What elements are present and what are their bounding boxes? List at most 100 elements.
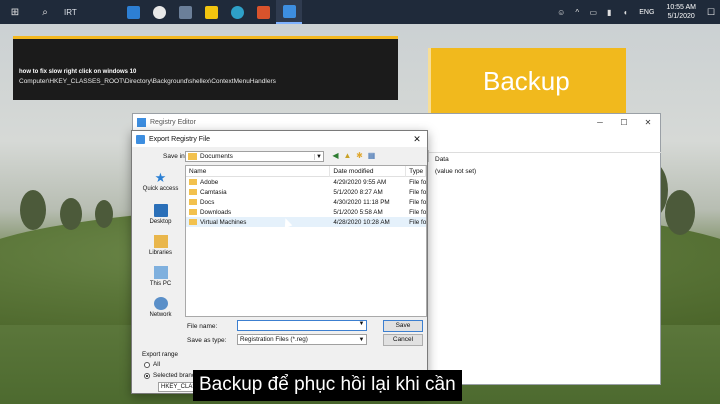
app-icon-sticky[interactable]: [198, 0, 224, 24]
place-label: Network: [149, 312, 172, 318]
battery-icon[interactable]: ▮: [601, 8, 617, 17]
place-this-pc[interactable]: This PC: [136, 266, 185, 287]
network-icon: [153, 297, 168, 310]
range-selected-branch-radio[interactable]: Selected branch: [144, 372, 199, 379]
file-list[interactable]: Name Date modified Type Adobe 4/29/2020 …: [185, 165, 427, 317]
network-icon[interactable]: ▭: [585, 8, 601, 17]
app-icon-media[interactable]: [172, 0, 198, 24]
search-icon[interactable]: ⌕: [30, 0, 60, 24]
app-icon-edge[interactable]: [224, 0, 250, 24]
folder-icon: [189, 218, 197, 225]
start-button[interactable]: ⊞: [0, 0, 30, 24]
clock-date: 5/1/2020: [667, 13, 695, 20]
file-row[interactable]: Downloads 5/1/2020 5:58 AM File fo: [186, 207, 426, 217]
file-date: 5/1/2020 8:27 AM: [333, 188, 383, 196]
cancel-button[interactable]: Cancel: [383, 334, 423, 346]
chevron-up-icon[interactable]: ^: [569, 8, 585, 17]
radio-label: Selected branch: [153, 372, 199, 379]
view-menu-icon[interactable]: ▦: [367, 151, 376, 161]
export-registry-dialog: Export Registry File ✕ Save in: Document…: [131, 130, 428, 394]
place-label: Quick access: [142, 186, 179, 192]
place-desktop[interactable]: Desktop: [136, 204, 185, 225]
save-in-dropdown[interactable]: Documents ▼: [185, 151, 324, 162]
file-list-header: Name Date modified Type: [186, 166, 426, 177]
folder-icon: [189, 188, 197, 195]
desktop-icon: [153, 204, 168, 217]
notification-icon[interactable]: ☐: [702, 7, 720, 18]
registry-editor-titlebar: Registry Editor ─ ☐ ✕: [133, 114, 660, 130]
place-label: Libraries: [148, 250, 172, 256]
save-button[interactable]: Save: [383, 320, 423, 332]
place-quick-access[interactable]: ★ Quick access: [136, 171, 185, 192]
save-as-type-dropdown[interactable]: Registration Files (*.reg) ▼: [237, 334, 367, 345]
new-folder-icon[interactable]: ✱: [355, 151, 364, 161]
window-title: Registry Editor: [150, 118, 196, 126]
file-name-input[interactable]: ▼: [237, 320, 367, 331]
tree: [95, 200, 113, 228]
computer-icon: [153, 266, 168, 279]
file-name: Camtasia: [200, 188, 227, 196]
back-icon[interactable]: ◀: [331, 151, 340, 161]
regedit-icon: [136, 134, 145, 144]
app-icon-camtasia[interactable]: [250, 0, 276, 24]
radio-circle: [144, 372, 150, 379]
file-row[interactable]: Adobe 4/29/2020 9:55 AM File fo: [186, 177, 426, 187]
app-icon-regedit[interactable]: [276, 0, 302, 24]
column-name[interactable]: Name: [186, 166, 331, 177]
file-row[interactable]: Virtual Machines 4/28/2020 10:28 AM File…: [186, 217, 426, 227]
language-indicator[interactable]: ENG: [633, 9, 660, 16]
file-name: Adobe: [200, 178, 219, 186]
export-range-label: Export range: [142, 351, 179, 358]
clock[interactable]: 10:55 AM 5/1/2020: [660, 3, 702, 21]
radio-label: All: [153, 361, 160, 368]
place-label: Desktop: [149, 219, 172, 225]
dialog-titlebar: Export Registry File ✕: [132, 131, 427, 147]
app-icon-github[interactable]: [146, 0, 172, 24]
file-type: File fo: [409, 188, 426, 196]
people-icon[interactable]: ☺: [553, 8, 569, 17]
file-type: File fo: [409, 218, 426, 226]
system-tray: ☺ ^ ▭ ▮ ◖ ENG 10:55 AM 5/1/2020 ☐: [553, 0, 720, 24]
file-row[interactable]: Docs 4/30/2020 11:18 PM File fo: [186, 197, 426, 207]
tutorial-title-card: how to fix slow right click on windows 1…: [13, 36, 398, 100]
minimize-button[interactable]: ─: [588, 118, 612, 127]
chevron-down-icon[interactable]: ▼: [357, 321, 366, 330]
tree: [665, 190, 695, 235]
values-pane-header: [429, 152, 661, 164]
save-in-label: Save in:: [163, 153, 187, 160]
save-in-value: Documents: [200, 153, 233, 160]
folder-icon: [189, 208, 197, 215]
column-date-modified[interactable]: Date modified: [330, 166, 407, 177]
video-subtitle: Backup để phục hồi lại khi cần: [193, 370, 462, 401]
libraries-icon: [153, 235, 168, 248]
tutorial-title: how to fix slow right click on windows 1…: [19, 69, 137, 75]
maximize-button[interactable]: ☐: [612, 118, 636, 127]
folder-icon: [188, 153, 197, 160]
chevron-down-icon: ▼: [358, 337, 365, 343]
file-row[interactable]: Camtasia 5/1/2020 8:27 AM File fo: [186, 187, 426, 197]
radio-circle: [144, 361, 150, 368]
file-type: File fo: [409, 178, 426, 186]
close-button[interactable]: ✕: [636, 118, 660, 127]
data-column-header[interactable]: Data: [435, 156, 449, 163]
file-type: File fo: [409, 198, 426, 206]
column-type[interactable]: Type: [406, 166, 426, 177]
save-as-type-value: Registration Files (*.reg): [240, 336, 308, 343]
file-date: 5/1/2020 5:58 AM: [333, 208, 383, 216]
tree: [60, 198, 82, 230]
place-libraries[interactable]: Libraries: [136, 235, 185, 256]
volume-icon[interactable]: ◖: [617, 8, 633, 17]
star-icon: ★: [154, 170, 167, 185]
up-folder-icon[interactable]: ▲: [343, 151, 352, 161]
tree: [20, 190, 46, 230]
file-date: 4/29/2020 9:55 AM: [333, 178, 387, 186]
file-type: File fo: [409, 208, 426, 216]
app-icon-vscode[interactable]: [120, 0, 146, 24]
place-network[interactable]: Network: [136, 297, 185, 318]
file-name: Virtual Machines: [200, 218, 247, 226]
close-icon[interactable]: ✕: [407, 134, 427, 145]
card-border: [428, 48, 431, 122]
range-all-radio[interactable]: All: [144, 361, 160, 368]
dialog-nav-toolbar: ◀ ▲ ✱ ▦: [331, 151, 376, 161]
taskbar-search-box[interactable]: IRT: [60, 0, 120, 24]
